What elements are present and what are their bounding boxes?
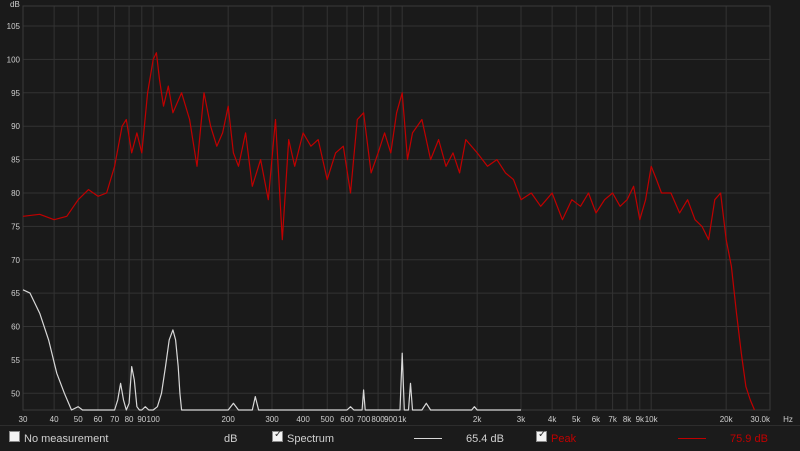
x-tick-label: 600	[340, 415, 354, 424]
spectrum-plot[interactable]: 50556065707580859095100105 30 40 50 60 70 80 9…	[0, 0, 800, 425]
x-tick-label: 400	[296, 415, 310, 424]
x-tick-label: 4k	[548, 415, 557, 424]
spectrum-value: 65.4 dB	[466, 433, 504, 445]
y-tick-label: 55	[11, 356, 20, 365]
y-tick-label: 105	[7, 22, 21, 31]
x-tick-label: 500	[321, 415, 335, 424]
y-axis-unit: dB	[10, 0, 20, 9]
y-tick-label: 95	[11, 89, 20, 98]
peak-label: Peak	[551, 433, 577, 445]
y-tick-label: 85	[11, 156, 20, 165]
y-tick-label: 80	[11, 189, 20, 198]
x-tick-label: 90	[137, 415, 146, 424]
peak-checkbox[interactable]	[536, 429, 547, 442]
x-tick-label: 30	[19, 415, 28, 424]
y-tick-label: 100	[7, 55, 21, 64]
y-tick-label: 70	[11, 256, 20, 265]
x-tick-label: 3k	[517, 415, 526, 424]
y-tick-label: 75	[11, 222, 20, 231]
peak-value: 75.9 dB	[730, 433, 768, 445]
y-tick-label: 50	[11, 389, 20, 398]
x-tick-label: 7k	[608, 415, 617, 424]
x-tick-label: 80	[125, 415, 134, 424]
no-measurement-label: No measurement	[24, 433, 109, 445]
x-tick-label: 10k	[645, 415, 659, 424]
x-tick-label: 6k	[592, 415, 601, 424]
y-tick-label: 65	[11, 289, 20, 298]
legend-bar: No measurement dB Spectrum 65.4 dB Peak …	[0, 425, 800, 451]
spectrum-checkbox[interactable]	[272, 429, 283, 442]
x-tick-label: 5k	[572, 415, 581, 424]
x-tick-label: 50	[74, 415, 83, 424]
x-tick-label: 700	[357, 415, 371, 424]
x-tick-label: 200	[221, 415, 235, 424]
unit-label: dB	[224, 433, 238, 445]
x-tick-label: 9k	[636, 415, 645, 424]
x-tick-label: 2k	[473, 415, 482, 424]
x-tick-label: 300	[265, 415, 279, 424]
no-measurement-checkbox[interactable]	[9, 431, 20, 442]
y-tick-label: 90	[11, 122, 20, 131]
x-tick-label: 20k	[720, 415, 734, 424]
x-tick-label: 30.0k	[750, 415, 771, 424]
spectrum-line-swatch	[414, 438, 442, 439]
x-tick-label: 70	[110, 415, 119, 424]
peak-line-swatch	[678, 438, 706, 439]
x-tick-label: 8k	[623, 415, 632, 424]
x-tick-label: 1k	[398, 415, 407, 424]
x-tick-label: 60	[94, 415, 103, 424]
x-tick-label: 40	[50, 415, 59, 424]
x-tick-label: 900	[384, 415, 398, 424]
x-axis-unit: Hz	[783, 415, 793, 424]
x-tick-label: 100	[147, 415, 161, 424]
y-tick-label: 60	[11, 323, 20, 332]
spectrum-label: Spectrum	[287, 433, 335, 445]
